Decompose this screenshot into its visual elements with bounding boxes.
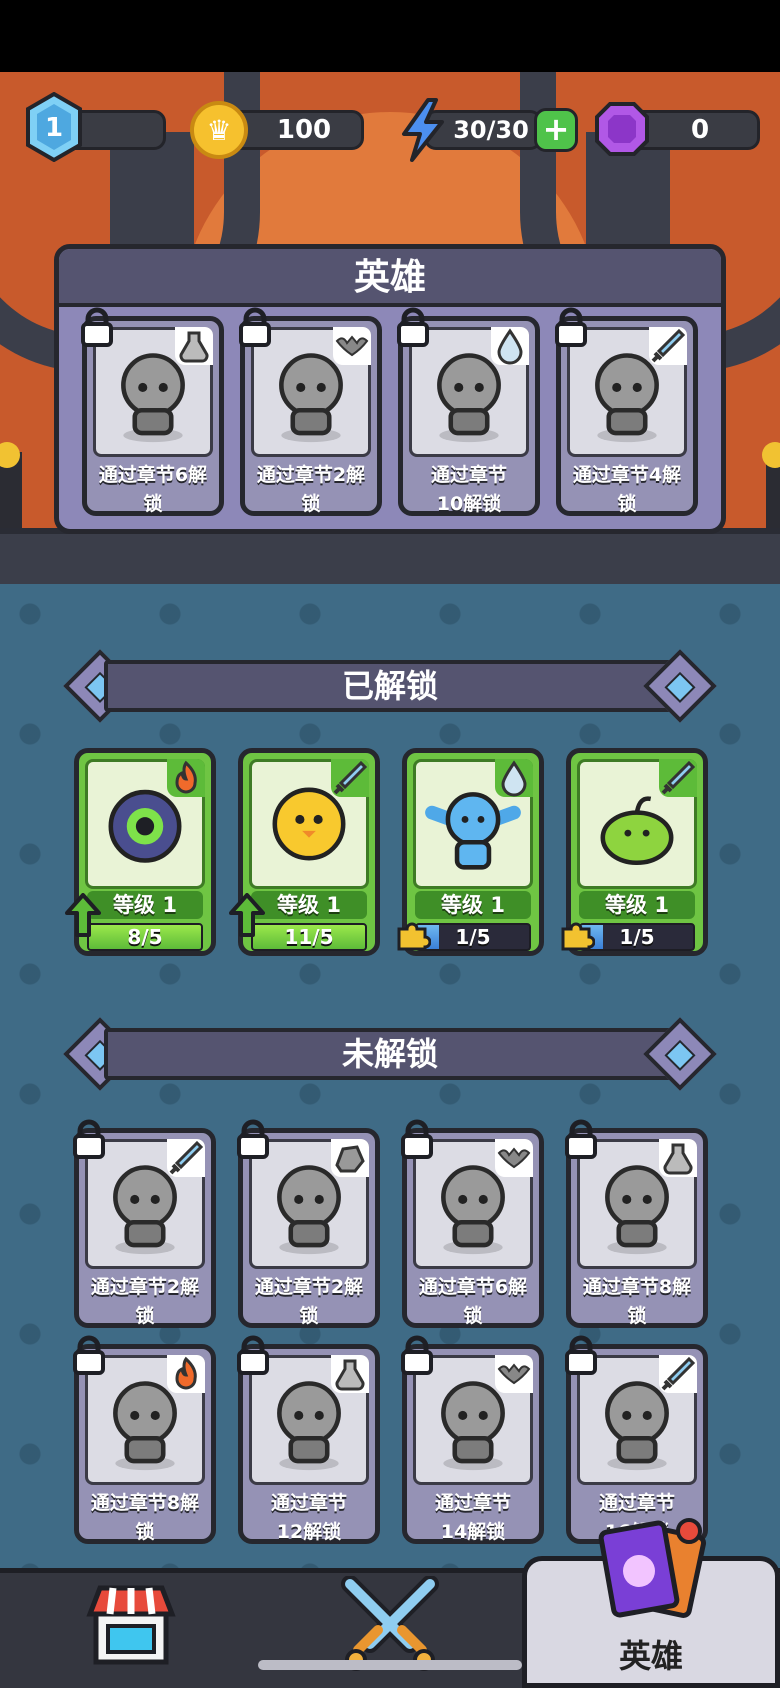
unlock-condition: 通过章节 12解锁 [270,1492,347,1543]
locked-locked-hero-card[interactable]: 通过章节8解锁 [73,1335,216,1544]
home-indicator [258,1660,522,1670]
shop-icon[interactable] [86,1580,176,1666]
hero_panel-locked-hero-card[interactable]: 通过章节6解锁 [81,307,224,516]
unlock-condition: 通过章节2解锁 [254,1276,364,1327]
bat-icon [333,327,371,365]
energy-bolt-icon [402,98,444,162]
lock-icon [235,1335,271,1375]
shard-progress-bar: 8/5 [87,923,203,951]
hero-level: 等级 1 [415,891,531,919]
hero_panel-locked-hero-card[interactable]: 通过章节2解锁 [239,307,382,516]
lock-icon [235,1119,271,1159]
level-up-arrow-icon [229,893,265,937]
puzzle-piece-icon [395,917,432,953]
rock-icon [331,1139,369,1177]
locked-locked-hero-card[interactable]: 通过章节16解锁 [565,1335,708,1544]
unlocked-hero-card[interactable]: 等级 1 1/5 [397,748,544,956]
status-bar-area [0,0,780,72]
water-drop-icon [495,759,533,797]
shard-progress-bar: 1/5 [415,923,531,951]
shard-progress-text: 8/5 [127,925,163,949]
hero-level: 等级 1 [251,891,367,919]
lock-icon [71,1335,107,1375]
sword-icon [659,1355,697,1393]
unlock-condition: 通过章节 10解锁 [430,464,507,515]
hero-panel-title: 英雄 [59,249,721,307]
locked-locked-hero-card[interactable]: 通过章节8解锁 [565,1119,708,1328]
unlock-condition: 通过章节8解锁 [90,1492,200,1543]
locked-locked-hero-card[interactable]: 通过章节 14解锁 [401,1335,544,1544]
sword-icon [331,759,369,797]
shard-progress-text: 1/5 [619,925,655,949]
crossed-swords-icon[interactable] [340,1576,440,1672]
lock-icon [395,307,431,347]
sword-icon [649,327,687,365]
unlock-condition: 通过章节8解锁 [582,1276,692,1327]
shard-progress-text: 1/5 [455,925,491,949]
bat-icon [495,1355,533,1393]
sword-icon [659,759,697,797]
hero-cards-icon [598,1518,707,1618]
locked-locked-hero-card[interactable]: 通过章节2解锁 [73,1119,216,1328]
purple-gem-icon [595,102,649,156]
energy-count: 30/30 [453,116,529,144]
hero-level: 等级 1 [87,891,203,919]
lock-icon [553,307,589,347]
unlocked-hero-card[interactable]: 等级 1 8/5 [65,748,216,956]
locked-title: 未解锁 [104,1028,676,1080]
lock-icon [79,307,115,347]
add-energy-button[interactable]: + [534,108,578,152]
unlock-condition: 通过章节2解锁 [256,464,366,515]
bat-icon [495,1139,533,1177]
potion-icon [659,1139,697,1177]
unlock-condition: 通过章节4解锁 [572,464,682,515]
shard-progress-text: 11/5 [284,925,334,949]
crown-coin-icon: ♛ [190,101,248,159]
hero-tab-label: 英雄 [618,1637,683,1675]
locked-locked-hero-card[interactable]: 通过章节2解锁 [237,1119,380,1328]
player-level-text: 1 [45,113,63,143]
water-drop-icon [491,327,529,365]
fire-icon [167,759,205,797]
hero-tab[interactable]: 英雄 [522,1518,780,1688]
lock-icon [399,1119,435,1159]
unlocked-title: 已解锁 [104,660,676,712]
hero_panel-locked-hero-card[interactable]: 通过章节 10解锁 [397,307,540,516]
unlock-condition: 通过章节2解锁 [90,1276,200,1327]
lock-icon [399,1335,435,1375]
hero_panel-locked-hero-card[interactable]: 通过章节4解锁 [555,307,698,516]
lock-icon [237,307,273,347]
coin-count: 100 [276,115,332,145]
level-up-arrow-icon [65,893,101,937]
puzzle-piece-icon [559,917,596,953]
shard-progress-bar: 11/5 [251,923,367,951]
unlocked-banner: 已解锁 [63,649,717,723]
player-level-badge[interactable]: 1 [24,92,84,162]
lock-icon [563,1119,599,1159]
locked-locked-hero-card[interactable]: 通过章节6解锁 [401,1119,544,1328]
gem-count: 0 [690,115,710,145]
lock-icon [563,1335,599,1375]
unlock-condition: 通过章节6解锁 [418,1276,528,1327]
fire-icon [167,1355,205,1393]
potion-icon [175,327,213,365]
unlocked-hero-card[interactable]: 等级 1 11/5 [229,748,380,956]
unlocked-hero-card[interactable]: 等级 1 1/5 [561,748,708,956]
potion-icon [331,1355,369,1393]
locked-locked-hero-card[interactable]: 通过章节 12解锁 [237,1335,380,1544]
shard-progress-bar: 1/5 [579,923,695,951]
lock-icon [71,1119,107,1159]
hero-level: 等级 1 [579,891,695,919]
sword-icon [167,1139,205,1177]
unlock-condition: 通过章节 14解锁 [434,1492,511,1543]
locked-banner: 未解锁 [63,1017,717,1091]
unlock-condition: 通过章节6解锁 [98,464,208,515]
